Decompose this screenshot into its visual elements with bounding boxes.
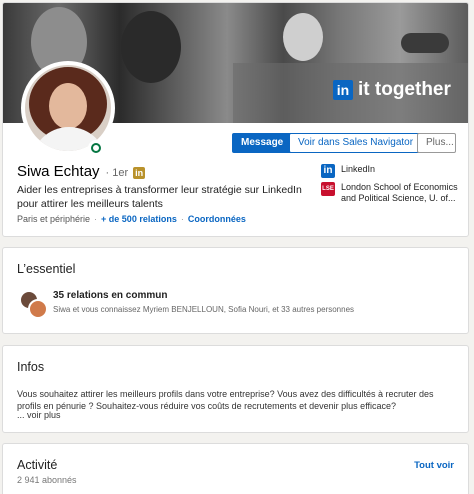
lse-school-icon: LSE [321,182,335,196]
avatar-face [49,83,87,129]
message-button[interactable]: Message [232,133,293,153]
infos-summary: Vous souhaitez attirer les meilleurs pro… [17,389,434,411]
essentiel-title: L’essentiel [17,262,76,276]
avatar [28,299,48,319]
banner-photo-shape [401,33,449,53]
see-more-link[interactable]: ... voir plus [17,410,61,420]
education-item[interactable]: LSE London School of Economics and Polit… [321,182,461,204]
activity-title: Activité [17,458,58,472]
relations-link[interactable]: + de 500 relations [101,214,177,224]
premium-badge-icon: in [133,167,146,179]
sales-navigator-button[interactable]: Voir dans Sales Navigator [289,133,423,153]
profile-headline: Aider les entreprises à transformer leur… [17,184,302,210]
linkedin-company-icon: in [321,164,335,178]
connection-degree: · 1er [105,167,129,179]
profile-name: Siwa Echtay [17,163,100,180]
current-company-item[interactable]: in LinkedIn [321,164,461,178]
followers-count: 2 941 abonnés [17,475,77,485]
infos-title: Infos [17,360,45,374]
banner-tagline: in it together [333,79,451,101]
infos-card: Infos Vous souhaitez attirer les meilleu… [2,345,469,433]
profile-card: in it together Message Voir dans Sales N… [2,2,469,237]
banner-photo-shape [121,11,181,83]
profile-meta: Paris et périphérie · + de 500 relations · C… [17,214,246,224]
more-button[interactable]: Plus... [417,133,456,153]
see-all-activity-link[interactable]: Tout voir [414,460,454,471]
mutual-relations-avatars[interactable] [19,290,49,320]
banner-photo-shape [283,13,323,61]
education-label: London School of Economics and Political… [341,182,458,203]
online-status-icon [88,140,104,156]
contact-info-link[interactable]: Coordonnées [188,214,246,224]
mutual-relations-link[interactable]: 35 relations en commun [53,290,167,301]
profile-location: Paris et périphérie [17,214,91,224]
banner-tagline-text: it together [358,79,451,100]
mutual-relations-description: Siwa et vous connaissez Myriem BENJELLOU… [53,305,355,314]
experience-education-list: in LinkedIn LSE London School of Economi… [321,164,461,208]
current-company-label: LinkedIn [341,164,376,174]
activity-card: Activité Tout voir 2 941 abonnés [2,443,469,494]
name-row: Siwa Echtay · 1er in [17,163,146,180]
essentiel-card: L’essentiel 35 relations en commun Siwa … [2,247,469,334]
linkedin-logo-icon: in [333,80,353,100]
